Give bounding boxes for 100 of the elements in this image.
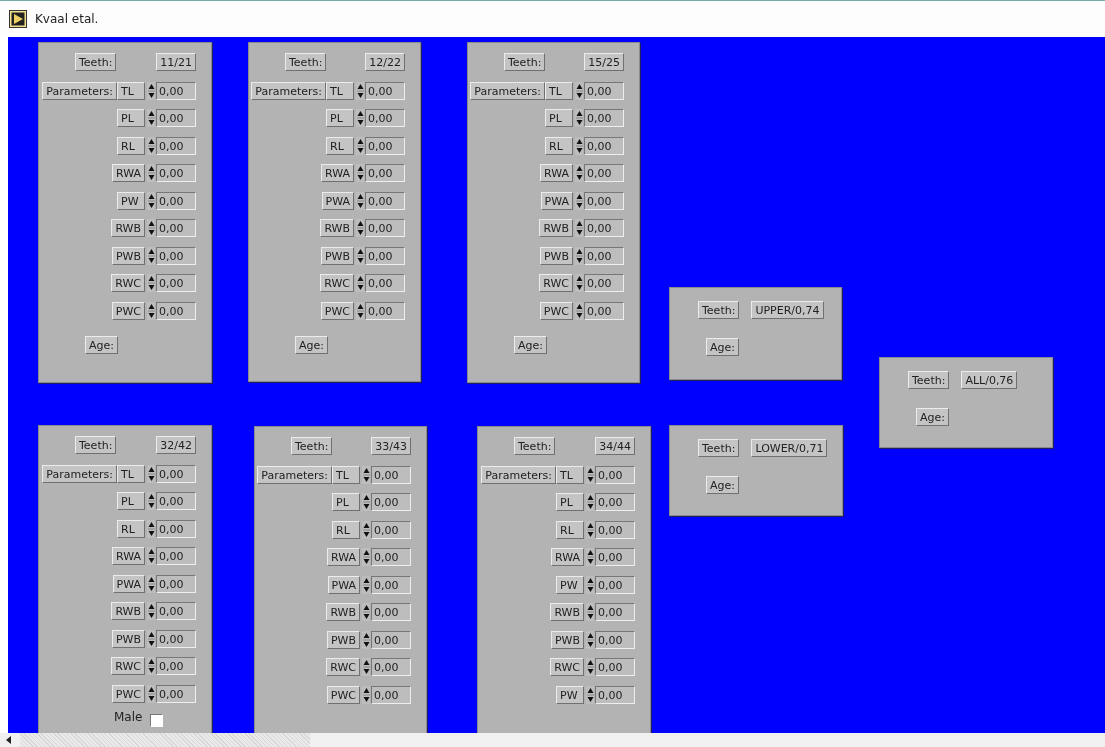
numeric-field[interactable]: 0,00 [365, 164, 405, 182]
numeric-field[interactable]: 0,00 [156, 684, 196, 703]
numeric-field[interactable]: 0,00 [584, 191, 624, 210]
spin-button[interactable] [147, 274, 155, 292]
spin-button[interactable] [586, 575, 594, 594]
spin-button[interactable] [575, 219, 583, 237]
spin-button[interactable] [356, 219, 364, 237]
spin-button[interactable] [147, 219, 155, 237]
numeric-field[interactable]: 0,00 [156, 629, 196, 648]
numeric-field[interactable]: 0,00 [156, 492, 196, 510]
spin-button[interactable] [356, 274, 364, 292]
spin-button[interactable] [362, 520, 370, 539]
spin-button[interactable] [147, 602, 155, 620]
numeric-field[interactable]: 0,00 [371, 658, 411, 676]
spin-button[interactable] [575, 81, 583, 100]
spin-button[interactable] [586, 685, 594, 704]
spin-button[interactable] [362, 465, 370, 484]
numeric-field[interactable]: 0,00 [156, 191, 196, 210]
numeric-field[interactable]: 0,00 [371, 548, 411, 566]
spin-button[interactable] [356, 164, 364, 182]
numeric-field[interactable]: 0,00 [156, 464, 196, 483]
spin-button[interactable] [362, 658, 370, 676]
numeric-field[interactable]: 0,00 [156, 246, 196, 265]
numeric-field[interactable]: 0,00 [156, 81, 196, 100]
spin-button[interactable] [356, 109, 364, 127]
numeric-field[interactable]: 0,00 [595, 575, 635, 594]
spin-button[interactable] [362, 575, 370, 594]
numeric-field[interactable]: 0,00 [584, 136, 624, 155]
numeric-field[interactable]: 0,00 [595, 520, 635, 539]
spin-button[interactable] [147, 629, 155, 648]
numeric-field[interactable]: 0,00 [365, 246, 405, 265]
spin-button[interactable] [575, 191, 583, 210]
numeric-field[interactable]: 0,00 [365, 109, 405, 127]
numeric-field[interactable]: 0,00 [595, 548, 635, 566]
numeric-field[interactable]: 0,00 [365, 274, 405, 292]
numeric-field[interactable]: 0,00 [584, 301, 624, 320]
numeric-field[interactable]: 0,00 [156, 657, 196, 675]
numeric-field[interactable]: 0,00 [595, 465, 635, 484]
spin-button[interactable] [586, 658, 594, 676]
spin-button[interactable] [575, 274, 583, 292]
spin-button[interactable] [575, 109, 583, 127]
spin-button[interactable] [147, 136, 155, 155]
spin-button[interactable] [362, 630, 370, 649]
spin-button[interactable] [362, 603, 370, 621]
spin-button[interactable] [147, 246, 155, 265]
spin-button[interactable] [147, 657, 155, 675]
numeric-field[interactable]: 0,00 [584, 81, 624, 100]
spin-button[interactable] [586, 603, 594, 621]
spin-button[interactable] [356, 136, 364, 155]
spin-button[interactable] [356, 191, 364, 210]
scrollbar-thumb[interactable] [20, 733, 310, 747]
spin-button[interactable] [147, 684, 155, 703]
numeric-field[interactable]: 0,00 [595, 493, 635, 511]
spin-button[interactable] [586, 630, 594, 649]
numeric-field[interactable]: 0,00 [365, 301, 405, 320]
numeric-field[interactable]: 0,00 [371, 493, 411, 511]
spin-button[interactable] [575, 136, 583, 155]
spin-button[interactable] [575, 164, 583, 182]
spin-button[interactable] [147, 301, 155, 320]
spin-button[interactable] [147, 547, 155, 565]
spin-button[interactable] [362, 685, 370, 704]
spin-button[interactable] [586, 520, 594, 539]
numeric-field[interactable]: 0,00 [595, 630, 635, 649]
numeric-field[interactable]: 0,00 [371, 575, 411, 594]
numeric-field[interactable]: 0,00 [371, 630, 411, 649]
numeric-field[interactable]: 0,00 [156, 274, 196, 292]
spin-button[interactable] [356, 246, 364, 265]
numeric-field[interactable]: 0,00 [371, 685, 411, 704]
numeric-field[interactable]: 0,00 [156, 109, 196, 127]
spin-button[interactable] [362, 493, 370, 511]
numeric-field[interactable]: 0,00 [156, 602, 196, 620]
spin-button[interactable] [147, 109, 155, 127]
spin-button[interactable] [356, 81, 364, 100]
numeric-field[interactable]: 0,00 [365, 136, 405, 155]
numeric-field[interactable]: 0,00 [584, 164, 624, 182]
spin-button[interactable] [575, 246, 583, 265]
spin-button[interactable] [147, 164, 155, 182]
numeric-field[interactable]: 0,00 [156, 301, 196, 320]
numeric-field[interactable]: 0,00 [584, 246, 624, 265]
numeric-field[interactable]: 0,00 [156, 219, 196, 237]
spin-button[interactable] [147, 519, 155, 538]
male-checkbox[interactable] [150, 713, 164, 727]
numeric-field[interactable]: 0,00 [365, 219, 405, 237]
numeric-field[interactable]: 0,00 [156, 164, 196, 182]
spin-button[interactable] [586, 548, 594, 566]
numeric-field[interactable]: 0,00 [584, 219, 624, 237]
numeric-field[interactable]: 0,00 [595, 685, 635, 704]
numeric-field[interactable]: 0,00 [365, 81, 405, 100]
spin-button[interactable] [586, 493, 594, 511]
numeric-field[interactable]: 0,00 [595, 658, 635, 676]
spin-button[interactable] [362, 548, 370, 566]
numeric-field[interactable]: 0,00 [371, 520, 411, 539]
spin-button[interactable] [575, 301, 583, 320]
numeric-field[interactable]: 0,00 [584, 274, 624, 292]
numeric-field[interactable]: 0,00 [156, 574, 196, 593]
spin-button[interactable] [147, 191, 155, 210]
spin-button[interactable] [147, 574, 155, 593]
numeric-field[interactable]: 0,00 [584, 109, 624, 127]
numeric-field[interactable]: 0,00 [156, 547, 196, 565]
spin-button[interactable] [147, 464, 155, 483]
